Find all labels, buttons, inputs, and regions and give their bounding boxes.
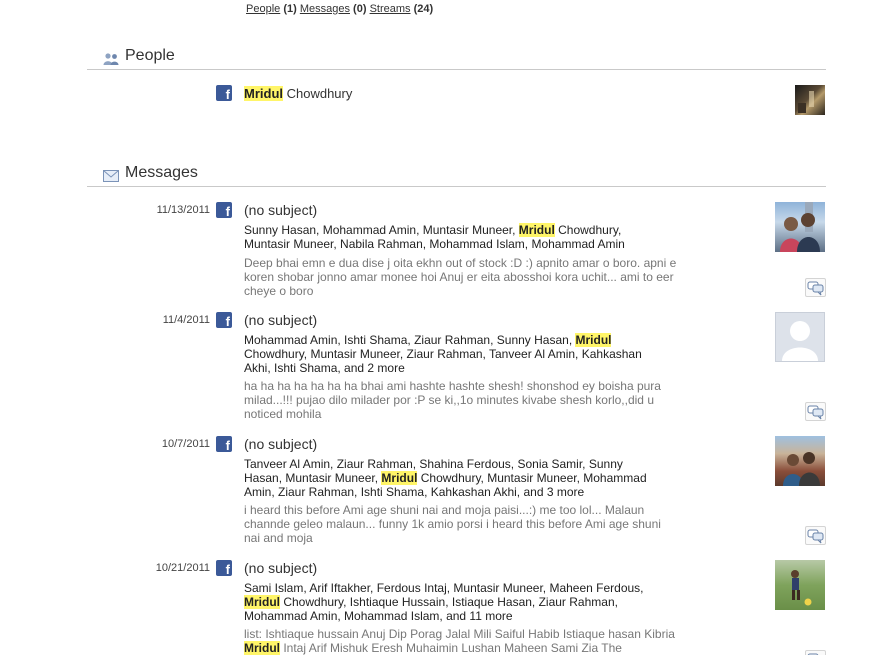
message-subject[interactable]: (no subject) [244, 202, 317, 218]
person-avatar[interactable] [795, 85, 825, 115]
facebook-icon: f [216, 202, 232, 218]
message-preview: i heard this before Ami age shuni nai an… [244, 503, 661, 545]
filter-people-count: (1) [283, 3, 297, 15]
facebook-icon: f [216, 312, 232, 328]
search-highlight: Mridul [244, 86, 283, 101]
person-name-rest: Chowdhury [283, 86, 353, 101]
envelope-icon [103, 169, 119, 187]
search-highlight: Mridul [518, 223, 555, 237]
message-subject[interactable]: (no subject) [244, 436, 317, 452]
message-participants: Sami Islam, Arif Iftakher, Ferdous Intaj… [244, 581, 644, 623]
people-section-header: People [87, 44, 826, 70]
message-date: 10/21/2011 [155, 562, 210, 574]
filter-streams-count: (24) [413, 3, 434, 15]
message-avatar[interactable] [775, 202, 825, 252]
search-highlight: Mridul [575, 333, 612, 347]
message-participants: Mohammad Amin, Ishti Shama, Ziaur Rahman… [244, 333, 642, 375]
comment-icon[interactable] [805, 402, 826, 421]
message-preview: Deep bhai emn e dua dise j oita ekhn out… [244, 256, 677, 298]
message-preview: list: Ishtiaque hussain Anuj Dip Porag J… [244, 627, 675, 655]
message-avatar[interactable] [775, 560, 825, 610]
message-date: 11/13/2011 [156, 204, 210, 216]
message-date: 10/7/2011 [161, 438, 210, 450]
comment-icon[interactable] [805, 526, 826, 545]
people-icon [103, 52, 120, 70]
message-participants: Sunny Hasan, Mohammad Amin, Muntasir Mun… [244, 223, 625, 251]
messages-section-title: Messages [125, 164, 198, 181]
comment-icon[interactable] [805, 650, 826, 655]
result-filters: People (1) Messages (0) Streams (24) [246, 3, 433, 15]
message-avatar[interactable] [775, 436, 825, 486]
filter-messages-count: (0) [353, 3, 367, 15]
person-result-name[interactable]: Mridul Chowdhury [244, 86, 352, 101]
filter-messages-link[interactable]: Messages [300, 3, 350, 15]
facebook-icon: f [216, 85, 232, 101]
message-subject[interactable]: (no subject) [244, 560, 317, 576]
search-highlight: Mridul [244, 641, 280, 655]
message-participants: Tanveer Al Amin, Ziaur Rahman, Shahina F… [244, 457, 647, 499]
search-highlight: Mridul [381, 471, 418, 485]
default-avatar-icon[interactable] [775, 312, 825, 362]
comment-icon[interactable] [805, 278, 826, 297]
facebook-icon: f [216, 560, 232, 576]
messages-section-header: Messages [87, 161, 826, 187]
people-section-title: People [125, 47, 175, 64]
message-subject[interactable]: (no subject) [244, 312, 317, 328]
filter-people-link[interactable]: People [246, 3, 280, 15]
filter-streams-link[interactable]: Streams [370, 3, 411, 15]
message-preview: ha ha ha ha ha ha ha bhai ami hashte has… [244, 379, 661, 421]
facebook-icon: f [216, 436, 232, 452]
message-date: 11/4/2011 [162, 314, 210, 326]
search-highlight: Mridul [244, 595, 280, 609]
